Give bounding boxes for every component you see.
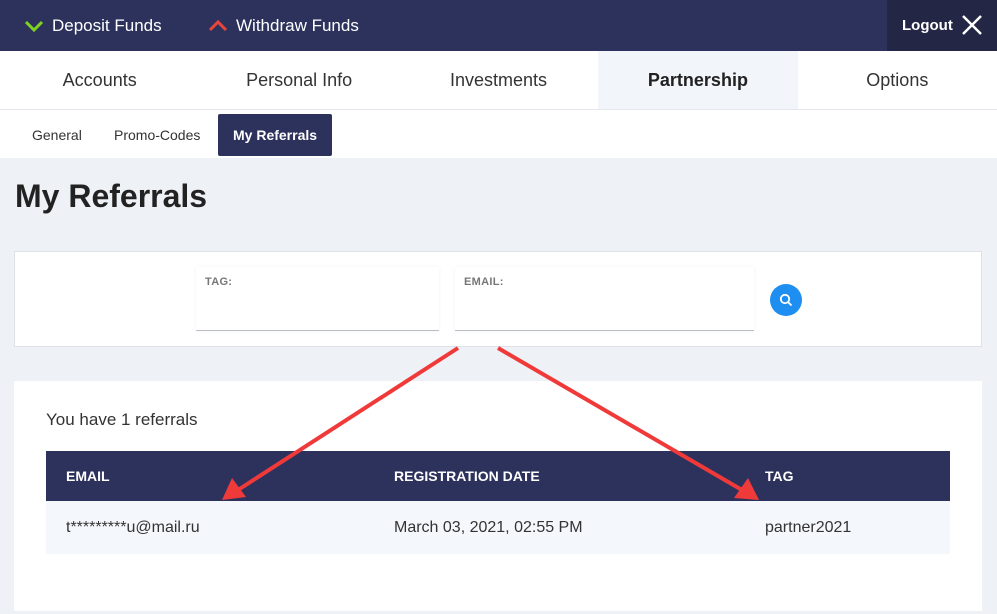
email-input[interactable] [464,308,745,324]
tag-input[interactable] [205,308,430,324]
tag-field: TAG: [196,267,439,331]
tab-options[interactable]: Options [798,51,997,109]
subtab-general[interactable]: General [32,114,82,156]
sub-nav: General Promo-Codes My Referrals [0,110,997,158]
withdraw-funds-button[interactable]: Withdraw Funds [208,0,359,51]
tab-partnership[interactable]: Partnership [598,51,798,109]
tag-field-label: TAG: [205,276,233,288]
close-icon [962,15,982,35]
withdraw-funds-label: Withdraw Funds [236,15,359,35]
referral-count: You have 1 referrals [46,410,198,429]
tab-personal-info[interactable]: Personal Info [199,51,398,109]
column-header-tag: TAG [765,468,794,484]
main-nav: Accounts Personal Info Investments Partn… [0,51,997,110]
deposit-funds-label: Deposit Funds [52,15,162,35]
column-header-registration-date: REGISTRATION DATE [394,468,540,484]
cell-tag: partner2021 [765,518,852,536]
search-button[interactable] [770,284,802,316]
subtab-promo-codes[interactable]: Promo-Codes [114,114,200,156]
table-header: EMAIL REGISTRATION DATE TAG [46,451,950,501]
deposit-funds-button[interactable]: Deposit Funds [24,0,162,51]
tab-investments[interactable]: Investments [399,51,598,109]
top-bar: Deposit Funds Withdraw Funds Logout [0,0,997,51]
column-header-email: EMAIL [66,468,110,484]
cell-email: t*********u@mail.ru [66,518,200,536]
chevron-up-icon [208,19,228,31]
subtab-my-referrals[interactable]: My Referrals [218,114,333,156]
tab-accounts[interactable]: Accounts [0,51,199,109]
table-row: t*********u@mail.ru March 03, 2021, 02:5… [46,501,950,554]
logout-label: Logout [902,17,953,34]
page-title: My Referrals [15,178,208,214]
chevron-down-icon [24,20,44,32]
logout-button[interactable]: Logout [887,0,997,51]
search-icon [779,293,793,307]
email-field-label: EMAIL: [464,276,504,288]
email-field: EMAIL: [455,267,754,331]
cell-registration-date: March 03, 2021, 02:55 PM [394,518,583,536]
filter-panel: TAG: EMAIL: [14,251,982,347]
results-panel: You have 1 referrals EMAIL REGISTRATION … [14,381,982,611]
